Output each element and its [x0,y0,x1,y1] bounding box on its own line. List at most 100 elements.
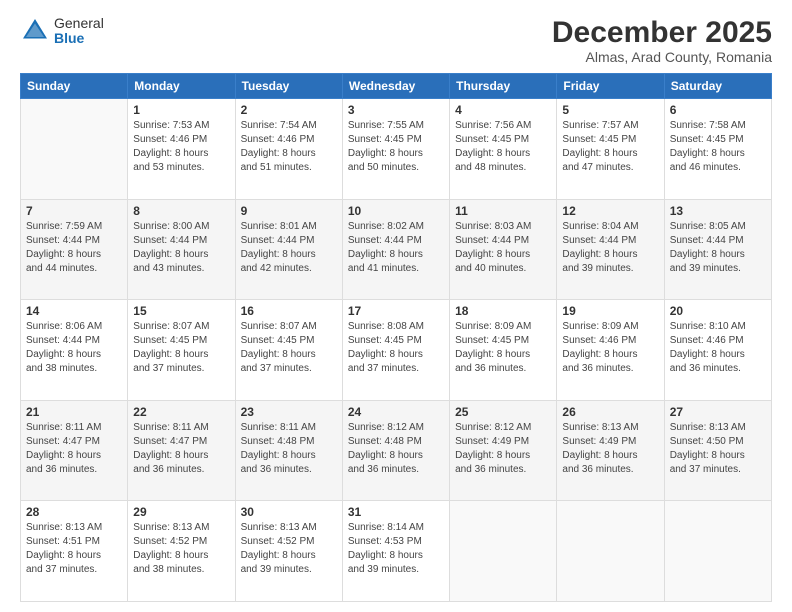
day-info: Sunrise: 8:08 AM Sunset: 4:45 PM Dayligh… [348,320,444,376]
calendar-cell: 11 Sunrise: 8:03 AM Sunset: 4:44 PM Dayli… [450,199,557,300]
logo-blue-label: Blue [54,31,104,46]
day-info: Sunrise: 8:04 AM Sunset: 4:44 PM Dayligh… [562,220,658,276]
day-number: 12 [562,204,658,218]
day-number: 7 [26,204,122,218]
calendar-cell [21,99,128,200]
col-sunday: Sunday [21,74,128,99]
day-info: Sunrise: 8:06 AM Sunset: 4:44 PM Dayligh… [26,320,122,376]
day-info: Sunrise: 8:11 AM Sunset: 4:48 PM Dayligh… [241,421,337,477]
calendar-cell: 13 Sunrise: 8:05 AM Sunset: 4:44 PM Dayli… [664,199,771,300]
day-number: 30 [241,505,337,519]
col-tuesday: Tuesday [235,74,342,99]
col-saturday: Saturday [664,74,771,99]
day-info: Sunrise: 8:00 AM Sunset: 4:44 PM Dayligh… [133,220,229,276]
calendar-cell: 14Sunrise: 8:06 AM Sunset: 4:44 PM Dayli… [21,300,128,401]
calendar-cell: 19 Sunrise: 8:09 AM Sunset: 4:46 PM Dayli… [557,300,664,401]
calendar-cell: 30 Sunrise: 8:13 AM Sunset: 4:52 PM Dayli… [235,501,342,602]
day-info: Sunrise: 8:05 AM Sunset: 4:44 PM Dayligh… [670,220,766,276]
day-number: 1 [133,103,229,117]
day-info: Sunrise: 8:13 AM Sunset: 4:49 PM Dayligh… [562,421,658,477]
subtitle: Almas, Arad County, Romania [552,49,772,65]
day-info: Sunrise: 8:13 AM Sunset: 4:52 PM Dayligh… [133,521,229,577]
day-number: 24 [348,405,444,419]
day-info: Sunrise: 7:54 AM Sunset: 4:46 PM Dayligh… [241,119,337,175]
logo-general-label: General [54,16,104,31]
day-number: 17 [348,304,444,318]
day-number: 6 [670,103,766,117]
day-number: 10 [348,204,444,218]
calendar-cell: 5Sunrise: 7:57 AM Sunset: 4:45 PM Daylig… [557,99,664,200]
calendar-cell: 3 Sunrise: 7:55 AM Sunset: 4:45 PM Daylig… [342,99,449,200]
calendar-cell: 28Sunrise: 8:13 AM Sunset: 4:51 PM Dayli… [21,501,128,602]
calendar-cell: 20 Sunrise: 8:10 AM Sunset: 4:46 PM Dayli… [664,300,771,401]
day-number: 31 [348,505,444,519]
calendar-cell: 18Sunrise: 8:09 AM Sunset: 4:45 PM Dayli… [450,300,557,401]
day-info: Sunrise: 8:11 AM Sunset: 4:47 PM Dayligh… [26,421,122,477]
day-number: 2 [241,103,337,117]
calendar-cell [664,501,771,602]
calendar-cell: 17 Sunrise: 8:08 AM Sunset: 4:45 PM Dayli… [342,300,449,401]
calendar-cell: 2 Sunrise: 7:54 AM Sunset: 4:46 PM Daylig… [235,99,342,200]
day-info: Sunrise: 8:03 AM Sunset: 4:44 PM Dayligh… [455,220,551,276]
day-number: 20 [670,304,766,318]
day-info: Sunrise: 8:10 AM Sunset: 4:46 PM Dayligh… [670,320,766,376]
day-info: Sunrise: 7:55 AM Sunset: 4:45 PM Dayligh… [348,119,444,175]
main-title: December 2025 [552,16,772,49]
day-info: Sunrise: 8:13 AM Sunset: 4:50 PM Dayligh… [670,421,766,477]
calendar-cell [557,501,664,602]
day-number: 8 [133,204,229,218]
day-info: Sunrise: 8:13 AM Sunset: 4:52 PM Dayligh… [241,521,337,577]
logo: General Blue [20,16,104,47]
day-info: Sunrise: 8:12 AM Sunset: 4:48 PM Dayligh… [348,421,444,477]
day-number: 19 [562,304,658,318]
day-info: Sunrise: 7:53 AM Sunset: 4:46 PM Dayligh… [133,119,229,175]
calendar-cell: 27 Sunrise: 8:13 AM Sunset: 4:50 PM Dayli… [664,400,771,501]
day-info: Sunrise: 7:56 AM Sunset: 4:45 PM Dayligh… [455,119,551,175]
logo-icon [20,16,50,46]
calendar-week-row-3: 21 Sunrise: 8:11 AM Sunset: 4:47 PM Dayli… [21,400,772,501]
col-monday: Monday [128,74,235,99]
calendar-week-row-2: 14Sunrise: 8:06 AM Sunset: 4:44 PM Dayli… [21,300,772,401]
day-info: Sunrise: 8:12 AM Sunset: 4:49 PM Dayligh… [455,421,551,477]
day-number: 13 [670,204,766,218]
calendar-cell: 29 Sunrise: 8:13 AM Sunset: 4:52 PM Dayli… [128,501,235,602]
day-info: Sunrise: 7:59 AM Sunset: 4:44 PM Dayligh… [26,220,122,276]
calendar-week-row-1: 7 Sunrise: 7:59 AM Sunset: 4:44 PM Daylig… [21,199,772,300]
calendar-cell: 24 Sunrise: 8:12 AM Sunset: 4:48 PM Dayli… [342,400,449,501]
calendar-cell: 6 Sunrise: 7:58 AM Sunset: 4:45 PM Daylig… [664,99,771,200]
calendar-table: Sunday Monday Tuesday Wednesday Thursday… [20,73,772,602]
calendar-cell: 7 Sunrise: 7:59 AM Sunset: 4:44 PM Daylig… [21,199,128,300]
logo-text: General Blue [54,16,104,47]
day-info: Sunrise: 8:13 AM Sunset: 4:51 PM Dayligh… [26,521,122,577]
day-info: Sunrise: 8:07 AM Sunset: 4:45 PM Dayligh… [241,320,337,376]
day-info: Sunrise: 7:57 AM Sunset: 4:45 PM Dayligh… [562,119,658,175]
calendar-cell: 26 Sunrise: 8:13 AM Sunset: 4:49 PM Dayli… [557,400,664,501]
calendar-cell: 9Sunrise: 8:01 AM Sunset: 4:44 PM Daylig… [235,199,342,300]
calendar-cell: 23 Sunrise: 8:11 AM Sunset: 4:48 PM Dayli… [235,400,342,501]
day-info: Sunrise: 8:07 AM Sunset: 4:45 PM Dayligh… [133,320,229,376]
day-number: 11 [455,204,551,218]
day-info: Sunrise: 8:09 AM Sunset: 4:46 PM Dayligh… [562,320,658,376]
day-number: 22 [133,405,229,419]
calendar-cell: 16 Sunrise: 8:07 AM Sunset: 4:45 PM Dayli… [235,300,342,401]
day-number: 25 [455,405,551,419]
col-thursday: Thursday [450,74,557,99]
calendar-header-row: Sunday Monday Tuesday Wednesday Thursday… [21,74,772,99]
calendar-cell: 15 Sunrise: 8:07 AM Sunset: 4:45 PM Dayli… [128,300,235,401]
day-number: 21 [26,405,122,419]
col-friday: Friday [557,74,664,99]
calendar-cell: 8 Sunrise: 8:00 AM Sunset: 4:44 PM Daylig… [128,199,235,300]
day-number: 16 [241,304,337,318]
day-number: 9 [241,204,337,218]
day-number: 23 [241,405,337,419]
title-block: December 2025 Almas, Arad County, Romani… [552,16,772,65]
day-info: Sunrise: 7:58 AM Sunset: 4:45 PM Dayligh… [670,119,766,175]
day-number: 27 [670,405,766,419]
calendar-cell: 12 Sunrise: 8:04 AM Sunset: 4:44 PM Dayli… [557,199,664,300]
page: General Blue December 2025 Almas, Arad C… [0,0,792,612]
day-number: 3 [348,103,444,117]
day-info: Sunrise: 8:02 AM Sunset: 4:44 PM Dayligh… [348,220,444,276]
day-number: 29 [133,505,229,519]
day-number: 15 [133,304,229,318]
day-number: 26 [562,405,658,419]
